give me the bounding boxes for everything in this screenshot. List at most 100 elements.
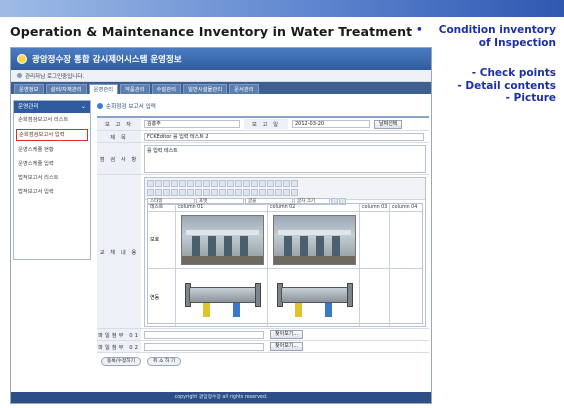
strike-icon[interactable] (171, 188, 178, 196)
menu-tab-operation-management[interactable]: 운영관리 (88, 84, 119, 94)
new-page-icon[interactable] (163, 179, 170, 187)
facility-photo (181, 214, 264, 265)
print-icon[interactable] (203, 179, 210, 187)
indent-icon[interactable] (219, 188, 226, 196)
ordered-list-icon[interactable] (195, 188, 202, 196)
items-textarea[interactable]: 를 입력 테스트 (144, 144, 426, 173)
image-icon[interactable] (267, 188, 274, 196)
date-input[interactable]: 2012-03-20 (292, 120, 370, 128)
superscript-icon[interactable] (187, 188, 194, 196)
table-header-cell: column 04 (392, 204, 418, 210)
spellcheck-icon[interactable] (211, 179, 218, 187)
slide-top-bar (0, 0, 564, 17)
table-header-row: 테스트 column 01 column 02 column 03 column… (148, 203, 422, 212)
cancel-button[interactable]: 취 소 하 기 (147, 357, 182, 366)
sidebar-item-schedule-status[interactable]: 운영스케쥴 현황 (14, 143, 90, 157)
redo-icon[interactable] (227, 179, 234, 187)
content-table[interactable]: 테스트 column 01 column 02 column 03 column… (147, 202, 423, 326)
menu-tab-operation-info[interactable]: 운영정보 (14, 84, 44, 94)
slide-title: Operation & Maintenance Inventory in Wat… (10, 24, 413, 39)
table-header-cell: column 03 (360, 203, 390, 211)
menu-tab-documents[interactable]: 문서관리 (229, 84, 259, 94)
table-header-cell: column 02 (268, 203, 360, 211)
app-screenshot: 광암정수장 통합 감시제어시스템 운영정보 관리자님 로그인중입니다. 운영정보… (10, 47, 432, 404)
table-row: 연동 (148, 268, 422, 326)
textfield-icon[interactable] (291, 179, 298, 187)
find-icon[interactable] (235, 179, 242, 187)
bold-icon[interactable] (147, 188, 154, 196)
underline-icon[interactable] (163, 188, 170, 196)
save-icon[interactable] (155, 179, 162, 187)
editor-toolbar: 스타일 포맷 글꼴 글자 크기 (145, 177, 425, 205)
undo-icon[interactable] (219, 179, 226, 187)
form-row-contents: 교 체 내 용 스타일 포맷 글꼴 글자 크기 테스트 column 01 co… (97, 175, 429, 329)
table-cell (390, 212, 422, 268)
bullet-list-icon[interactable] (203, 188, 210, 196)
special-char-icon[interactable] (291, 188, 298, 196)
sidebar-item-legal-report-input[interactable]: 법적보고서 입력 (14, 185, 90, 199)
file2-browse-button[interactable]: 찾아보기... (270, 342, 304, 351)
form-icon[interactable] (267, 179, 274, 187)
file1-input[interactable] (144, 330, 264, 339)
items-label: 점 검 사 항 (97, 143, 141, 174)
file2-input[interactable] (144, 342, 264, 351)
form-actions: 등록/수정하기 취 소 하 기 (97, 353, 429, 366)
subject-label: 제 목 (97, 131, 141, 142)
bullet-icon: • (416, 24, 423, 36)
sidebar: 운영관리 ⌄ 순회점검보고서 리스트 순회점검보고서 입력 운영스케쥴 현황 운… (13, 100, 91, 260)
outdent-icon[interactable] (211, 188, 218, 196)
submit-button[interactable]: 등록/수정하기 (101, 357, 142, 366)
link-icon[interactable] (251, 188, 258, 196)
sidebar-item-legal-report-list[interactable]: 법적보고서 리스트 (14, 171, 90, 185)
app-header: 광암정수장 통합 감시제어시스템 운영정보 (11, 48, 431, 70)
valve-picture (273, 273, 356, 321)
menu-tab-chemicals[interactable]: 약품관리 (120, 84, 150, 94)
menu-tab-facilities[interactable]: 일반시설물관리 (183, 84, 228, 94)
sidebar-item-report-input[interactable]: 순회점검보고서 입력 (16, 129, 88, 141)
app-body: 운영관리 ⌄ 순회점검보고서 리스트 순회점검보고서 입력 운영스케쥴 현황 운… (11, 96, 431, 393)
table-header-cell: 테스트 (148, 203, 176, 211)
date-select-button[interactable]: 날짜선택 (374, 119, 403, 129)
radio-icon[interactable] (283, 179, 290, 187)
app-title: 광암정수장 통합 감시제어시스템 운영정보 (32, 55, 182, 65)
form-row-subject: 제 목 FCKEditor 를 입력 테스트 2 (97, 131, 429, 143)
facility-photo (273, 214, 356, 265)
source-icon[interactable] (147, 179, 154, 187)
sidebar-header: 운영관리 ⌄ (14, 101, 90, 113)
chevron-down-icon[interactable]: ⌄ (81, 101, 86, 113)
replace-icon[interactable] (243, 179, 250, 187)
unlink-icon[interactable] (259, 188, 266, 196)
italic-icon[interactable] (155, 188, 162, 196)
rich-text-editor[interactable]: 스타일 포맷 글꼴 글자 크기 테스트 column 01 column 02 … (144, 176, 426, 327)
user-status-text: 관리자님 로그인중입니다. (25, 73, 85, 80)
align-center-icon[interactable] (235, 188, 242, 196)
table-icon[interactable] (275, 188, 282, 196)
checkbox-icon[interactable] (275, 179, 282, 187)
subject-input[interactable]: FCKEditor 를 입력 테스트 2 (144, 132, 424, 141)
reporter-input[interactable]: 김홍주 (144, 120, 240, 128)
page-icon (97, 103, 103, 109)
page-title: 순회점검 보고서 입력 (106, 104, 156, 110)
align-right-icon[interactable] (243, 188, 250, 196)
sidebar-item-schedule-input[interactable]: 운영스케쥴 입력 (14, 157, 90, 171)
table-cell (176, 211, 268, 268)
preview-icon[interactable] (171, 179, 178, 187)
subscript-icon[interactable] (179, 188, 186, 196)
report-form: 보 고 자 김홍주 보 고 일 2012-03-20 날짜선택 제 목 FCKE… (97, 116, 429, 366)
smiley-icon[interactable] (283, 188, 290, 196)
form-row-reporter: 보 고 자 김홍주 보 고 일 2012-03-20 날짜선택 (97, 118, 429, 131)
select-all-icon[interactable] (251, 179, 258, 187)
sidebar-item-report-list[interactable]: 순회점검보고서 리스트 (14, 113, 90, 127)
table-cell (268, 211, 360, 268)
cut-icon[interactable] (179, 179, 186, 187)
file1-browse-button[interactable]: 찾아보기... (270, 330, 304, 339)
align-left-icon[interactable] (227, 188, 234, 196)
menu-tab-equipment[interactable]: 설비/자재관리 (45, 84, 87, 94)
remove-format-icon[interactable] (259, 179, 266, 187)
table-row: 보호 (148, 211, 422, 269)
menu-tab-water-quality[interactable]: 수질관리 (151, 84, 182, 94)
table-cell (360, 268, 390, 326)
copy-icon[interactable] (187, 179, 194, 187)
paste-icon[interactable] (195, 179, 202, 187)
form-row-items: 점 검 사 항 를 입력 테스트 (97, 143, 429, 175)
